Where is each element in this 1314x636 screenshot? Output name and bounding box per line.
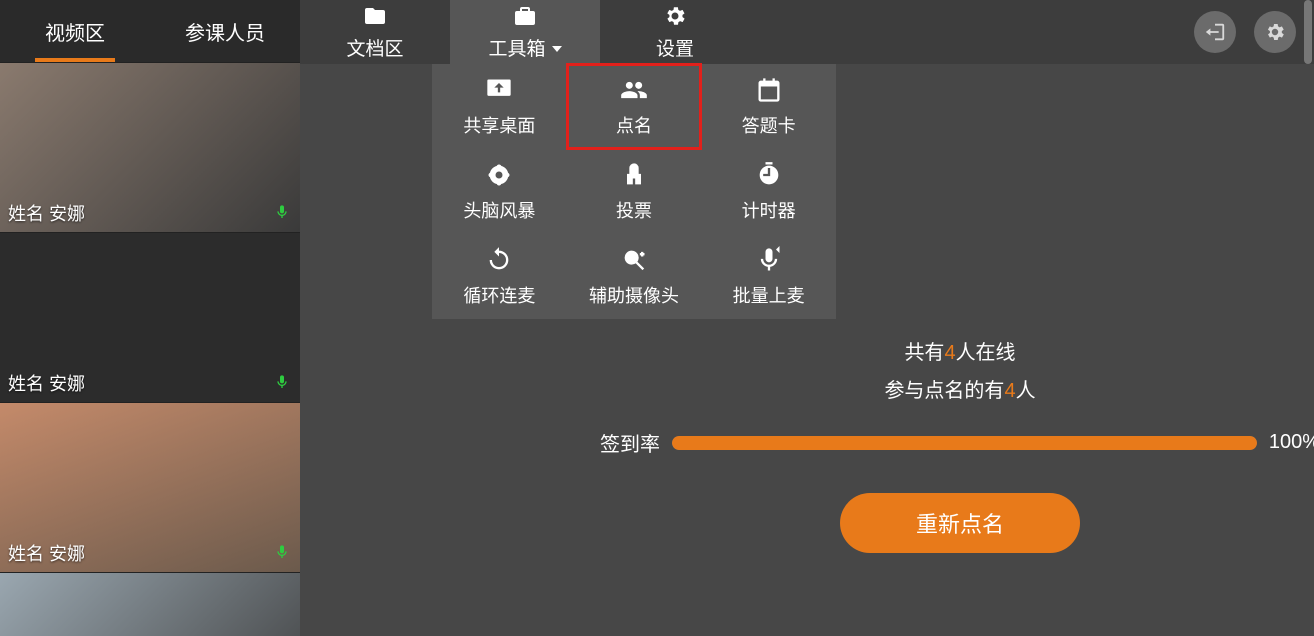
- video-list: 姓名 安娜 姓名 安娜 姓名 安娜 姓名 安娜: [0, 62, 300, 636]
- tool-answer-sheet[interactable]: 答题卡: [701, 64, 836, 149]
- tool-bulk-mic[interactable]: 批量上麦: [701, 234, 836, 319]
- gear-icon: [1264, 21, 1286, 43]
- mic-on-icon: [274, 372, 290, 392]
- chevron-down-icon: [552, 46, 562, 52]
- tool-share-screen[interactable]: 共享桌面: [432, 64, 567, 149]
- topbar-settings-button[interactable]: 设置: [600, 0, 750, 64]
- people-icon: [620, 76, 648, 104]
- video-name-label: 姓名 安娜: [8, 200, 85, 226]
- topbar-button-label: 设置: [656, 34, 694, 61]
- mic-on-icon: [274, 202, 290, 222]
- toolbox-icon: [513, 4, 537, 28]
- rollcall-rate-label: 签到率: [600, 428, 660, 457]
- rotate-mic-icon: [485, 246, 513, 274]
- sidebar: 视频区 参课人员 姓名 安娜 姓名 安娜 姓名 安娜: [0, 0, 300, 636]
- tool-label: 头脑风暴: [463, 197, 535, 223]
- tool-vote[interactable]: 投票: [567, 149, 702, 234]
- rollcall-summary: 共有4人在线 参与点名的有4人: [600, 334, 1314, 410]
- tool-label: 投票: [616, 197, 652, 223]
- video-name-label: 姓名 安娜: [8, 540, 85, 566]
- tool-label: 共享桌面: [463, 112, 535, 138]
- toolbox-grid: 共享桌面 点名 答题卡 头脑风暴: [432, 64, 836, 319]
- rollcall-restart-button[interactable]: 重新点名: [840, 493, 1080, 553]
- video-item[interactable]: 姓名 安娜: [0, 572, 300, 636]
- scrollbar-thumb[interactable]: [1304, 0, 1312, 64]
- tool-label: 循环连麦: [463, 282, 535, 308]
- folder-icon: [363, 4, 387, 28]
- exit-button[interactable]: [1194, 11, 1236, 53]
- rollcall-rate-value: 100%: [1269, 431, 1314, 454]
- tool-label: 批量上麦: [733, 282, 805, 308]
- gear-icon: [663, 4, 687, 28]
- aux-camera-icon: [620, 246, 648, 274]
- video-item[interactable]: 姓名 安娜: [0, 402, 300, 572]
- sidebar-tab-label: 视频区: [45, 17, 105, 46]
- video-item[interactable]: 姓名 安娜: [0, 232, 300, 402]
- tool-label: 答题卡: [742, 112, 796, 138]
- tool-rotate-mic[interactable]: 循环连麦: [432, 234, 567, 319]
- tool-label: 点名: [616, 112, 652, 138]
- rollcall-line-online: 共有4人在线: [600, 334, 1314, 372]
- topbar: 文档区 工具箱 设置: [300, 0, 1314, 64]
- vote-icon: [620, 161, 648, 189]
- rollcall-progress-row: 签到率 100%: [600, 428, 1314, 457]
- tool-brainstorm[interactable]: 头脑风暴: [432, 149, 567, 234]
- settings-circle-button[interactable]: [1254, 11, 1296, 53]
- sidebar-tab-attendees[interactable]: 参课人员: [150, 0, 300, 62]
- topbar-documents-button[interactable]: 文档区: [300, 0, 450, 64]
- sidebar-tab-video[interactable]: 视频区: [0, 0, 150, 62]
- tool-rollcall[interactable]: 点名: [567, 64, 702, 149]
- topbar-left: 文档区 工具箱 设置: [300, 0, 750, 64]
- tool-label: 辅助摄像头: [589, 282, 679, 308]
- topbar-button-label: 工具箱: [488, 34, 561, 61]
- tool-timer[interactable]: 计时器: [701, 149, 836, 234]
- tool-aux-camera[interactable]: 辅助摄像头: [567, 234, 702, 319]
- video-name-label: 姓名 安娜: [8, 370, 85, 396]
- topbar-right: [1194, 11, 1296, 53]
- share-screen-icon: [485, 76, 513, 104]
- rollcall-progress-fill: [672, 436, 1257, 450]
- rollcall-line-participated: 参与点名的有4人: [600, 372, 1314, 410]
- main-content: 共享桌面 点名 答题卡 头脑风暴: [300, 64, 1314, 636]
- rollcall-progress-bar: [672, 436, 1257, 450]
- tool-label: 计时器: [742, 197, 796, 223]
- video-item[interactable]: 姓名 安娜: [0, 62, 300, 232]
- brainstorm-icon: [485, 161, 513, 189]
- exit-icon: [1204, 21, 1226, 43]
- topbar-button-label: 文档区: [346, 34, 403, 61]
- timer-icon: [755, 161, 783, 189]
- topbar-toolbox-button[interactable]: 工具箱: [450, 0, 600, 64]
- app-root: 视频区 参课人员 姓名 安娜 姓名 安娜 姓名 安娜: [0, 0, 1314, 636]
- answer-sheet-icon: [755, 76, 783, 104]
- sidebar-tab-label: 参课人员: [185, 17, 265, 46]
- rollcall-panel: 共有4人在线 参与点名的有4人 签到率 100% 重新点名: [600, 334, 1314, 553]
- sidebar-tabs: 视频区 参课人员: [0, 0, 300, 62]
- bulk-mic-icon: [755, 246, 783, 274]
- main-area: 文档区 工具箱 设置: [300, 0, 1314, 636]
- mic-on-icon: [274, 542, 290, 562]
- toolbox-dropdown: 共享桌面 点名 答题卡 头脑风暴: [432, 64, 836, 319]
